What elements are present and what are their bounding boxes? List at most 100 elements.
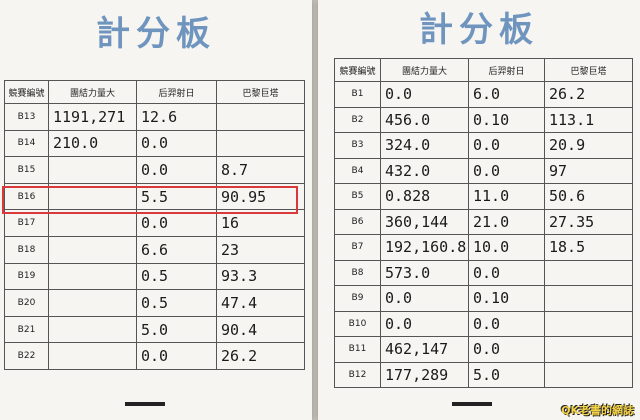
tower-score <box>544 361 633 388</box>
archery-score: 6.0 <box>468 81 545 108</box>
table-row: B7 192,160.8 10.0 18.5 <box>334 234 633 261</box>
score-table-right: 競賽編號 團結力量大 后羿射日 巴黎巨塔 B1 0.0 6.0 26.2 B2 456.0… <box>334 58 633 388</box>
row-code: B5 <box>334 183 381 210</box>
archery-score: 0.0 <box>136 342 217 370</box>
table-row: B15 0.0 8.7 <box>4 156 305 184</box>
column-header: 后羿射日 <box>136 80 217 104</box>
row-code: B22 <box>4 342 49 370</box>
row-code: B15 <box>4 156 49 184</box>
archery-score: 0.5 <box>136 262 217 291</box>
team-score: 573.0 <box>380 259 469 286</box>
team-score: 192,160.8 <box>380 234 469 261</box>
table-header-row: 競賽編號 團結力量大 后羿射日 巴黎巨塔 <box>4 80 305 104</box>
row-code: B11 <box>334 336 381 363</box>
archery-score: 6.6 <box>136 235 217 264</box>
tower-score: 8.7 <box>216 156 305 184</box>
team-score: 177,289 <box>380 361 469 388</box>
column-header: 巴黎巨塔 <box>216 80 305 104</box>
team-score: 1191,271 <box>48 103 137 131</box>
table-row: B12 177,289 5.0 <box>334 361 633 388</box>
archery-score: 0.0 <box>468 336 545 363</box>
row-code: B8 <box>334 259 381 286</box>
column-header: 團結力量大 <box>380 58 469 82</box>
row-code: B20 <box>4 289 49 317</box>
tower-score: 18.5 <box>544 234 633 261</box>
tower-score: 26.2 <box>544 81 633 108</box>
row-code: B7 <box>334 234 381 261</box>
row-code: B14 <box>4 129 49 158</box>
archery-score: 5.0 <box>136 315 217 344</box>
tower-score <box>544 285 633 312</box>
table-row: B4 432.0 0.0 97 <box>334 157 633 184</box>
tower-score: 26.2 <box>216 342 305 370</box>
tower-score <box>544 310 633 337</box>
tower-score: 47.4 <box>216 289 305 317</box>
archery-score: 0.0 <box>468 157 545 184</box>
archery-score: 21.0 <box>468 208 545 235</box>
table-row: B6 360,144 21.0 27.35 <box>334 208 633 235</box>
team-score: 456.0 <box>380 106 469 133</box>
table-row: B14 210.0 0.0 <box>4 129 305 158</box>
table-header-row: 競賽編號 團結力量大 后羿射日 巴黎巨塔 <box>334 58 633 82</box>
binder-clip <box>125 402 165 406</box>
team-score <box>48 289 137 317</box>
team-score <box>48 156 137 184</box>
archery-score: 0.0 <box>136 156 217 184</box>
archery-score: 11.0 <box>468 183 545 210</box>
tower-score <box>216 103 305 131</box>
row-code: B6 <box>334 208 381 235</box>
score-table-left: 競賽編號 團結力量大 后羿射日 巴黎巨塔 B13 1191,271 12.6 B14 2… <box>4 80 305 370</box>
tower-score: 27.35 <box>544 208 633 235</box>
row-code: B2 <box>334 106 381 133</box>
row-code: B19 <box>4 262 49 291</box>
tower-score <box>544 336 633 363</box>
team-score: 432.0 <box>380 157 469 184</box>
table-row: B10 0.0 0.0 <box>334 310 633 337</box>
column-header: 團結力量大 <box>48 80 137 104</box>
tower-score: 23 <box>216 235 305 264</box>
team-score: 360,144 <box>380 208 469 235</box>
team-score <box>48 342 137 370</box>
table-row: B8 573.0 0.0 <box>334 259 633 286</box>
scoreboard-title: 計分板 <box>419 10 539 50</box>
team-score: 0.0 <box>380 310 469 337</box>
table-row: B1 0.0 6.0 26.2 <box>334 81 633 108</box>
archery-score: 10.0 <box>468 234 545 261</box>
team-score <box>48 315 137 344</box>
column-header: 后羿射日 <box>468 58 545 82</box>
team-score: 462,147 <box>380 336 469 363</box>
archery-score: 0.0 <box>136 129 217 158</box>
table-row: B3 324.0 0.0 20.9 <box>334 132 633 159</box>
column-header: 競賽編號 <box>334 58 381 82</box>
table-row: B20 0.5 47.4 <box>4 289 305 317</box>
column-header: 巴黎巨塔 <box>544 58 633 82</box>
tower-score: 50.6 <box>544 183 633 210</box>
tower-score: 20.9 <box>544 132 633 159</box>
row-code: B10 <box>334 310 381 337</box>
scoreboard-title: 計分板 <box>96 14 216 54</box>
tower-score <box>216 129 305 158</box>
archery-score: 0.10 <box>468 106 545 133</box>
table-row: B5 0.828 11.0 50.6 <box>334 183 633 210</box>
binder-clip <box>452 402 492 406</box>
tower-score: 90.4 <box>216 315 305 344</box>
table-row: B22 0.0 26.2 <box>4 342 305 370</box>
archery-score: 12.6 <box>136 103 217 131</box>
archery-score: 0.0 <box>468 259 545 286</box>
archery-score: 0.0 <box>468 310 545 337</box>
column-header: 競賽編號 <box>4 80 49 104</box>
archery-score: 0.0 <box>468 132 545 159</box>
row-code: B21 <box>4 315 49 344</box>
archery-score: 5.0 <box>468 361 545 388</box>
tower-score <box>544 259 633 286</box>
archery-score: 0.5 <box>136 289 217 317</box>
row-code: B12 <box>334 361 381 388</box>
tower-score: 113.1 <box>544 106 633 133</box>
tower-score: 97 <box>544 157 633 184</box>
team-score: 0.0 <box>380 81 469 108</box>
team-score <box>48 262 137 291</box>
highlight-box-b16 <box>2 186 298 214</box>
team-score: 0.0 <box>380 285 469 312</box>
table-row: B21 5.0 90.4 <box>4 315 305 344</box>
table-row: B9 0.0 0.10 <box>334 285 633 312</box>
